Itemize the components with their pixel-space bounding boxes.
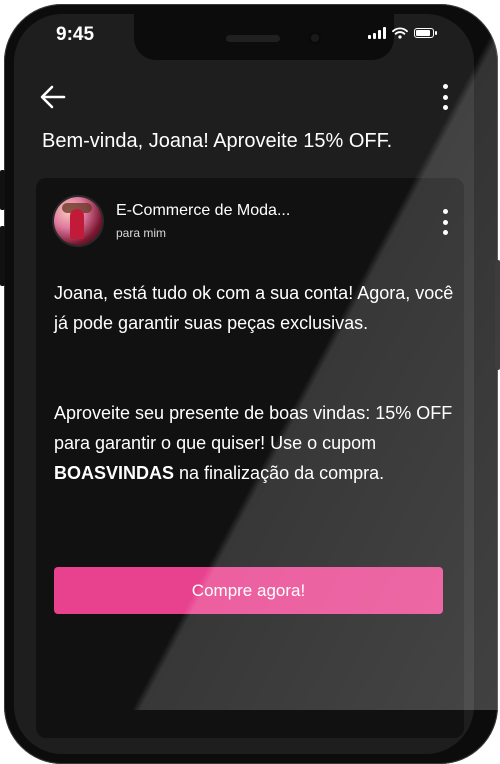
email-paragraph-2: Aproveite seu presente de boas vindas: 1… [54,398,454,488]
speaker [226,35,280,42]
side-button-left-2 [0,226,5,286]
paragraph-2-text-end: na finalização da compra. [174,463,385,483]
sender-name[interactable]: E-Commerce de Moda... [116,202,290,220]
notch [134,14,394,60]
paragraph-2-text: Aproveite seu presente de boas vindas: 1… [54,403,453,453]
buy-now-button[interactable]: Compre agora! [54,567,443,614]
front-camera [308,31,322,45]
sender-avatar[interactable] [54,197,102,245]
side-button-right [495,260,500,370]
recipient-label[interactable]: para mim [116,226,166,240]
email-subject: Bem-vinda, Joana! Aproveite 15% OFF. [42,130,393,152]
more-options-icon[interactable] [440,84,450,110]
status-icons [368,27,437,39]
email-paragraph-1: Joana, está tudo ok com a sua conta! Ago… [54,283,454,333]
status-time: 9:45 [56,24,95,45]
battery-icon [414,28,437,38]
message-options-icon[interactable] [440,209,450,235]
back-arrow-icon[interactable] [40,84,66,110]
coupon-code: BOASVINDAS [54,463,175,483]
signal-icon [368,27,386,39]
side-button-left [0,170,5,210]
wifi-icon [392,27,408,39]
